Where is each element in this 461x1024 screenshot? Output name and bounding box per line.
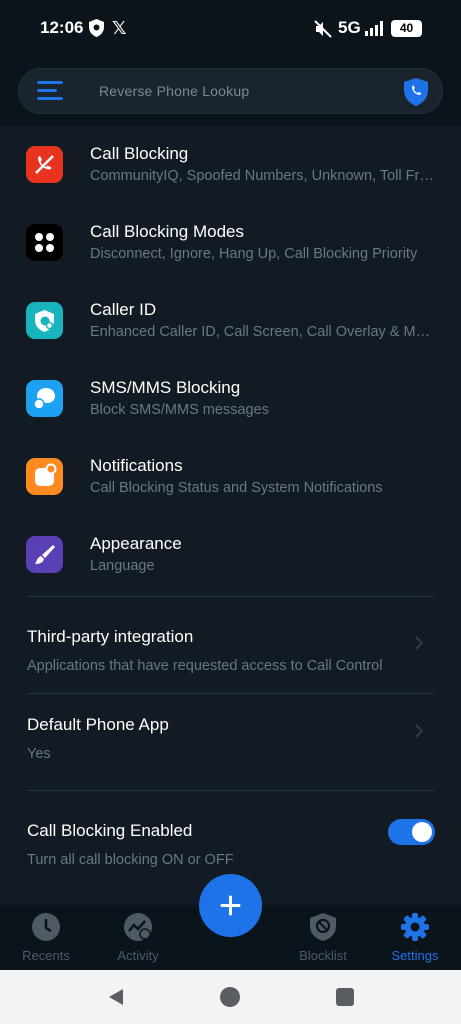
setting-subtitle: Language — [90, 558, 155, 574]
search-bar[interactable]: Reverse Phone Lookup — [18, 68, 443, 114]
back-icon[interactable] — [106, 987, 126, 1007]
network-type: 5G — [338, 18, 361, 37]
setting-third-party[interactable]: Third-party integration Applications tha… — [0, 627, 461, 723]
nav-label: Recents — [22, 948, 70, 963]
chevron-right-icon — [415, 636, 424, 650]
setting-caller-id[interactable]: Caller ID Enhanced Caller ID, Call Scree… — [0, 288, 461, 366]
divider — [27, 596, 434, 597]
search-input[interactable]: Reverse Phone Lookup — [99, 83, 249, 99]
grid-dots-icon — [26, 224, 63, 261]
setting-title: Default Phone App — [27, 715, 169, 734]
shield-icon — [89, 19, 104, 37]
chat-bubble-icon — [26, 380, 63, 417]
notification-dot-icon — [26, 458, 63, 495]
nav-label: Blocklist — [299, 948, 347, 963]
home-icon[interactable] — [220, 987, 240, 1007]
signal-icon — [365, 21, 383, 36]
shield-call-icon[interactable] — [403, 77, 429, 107]
setting-subtitle: Turn all call blocking ON or OFF — [27, 852, 234, 868]
setting-title: Notifications — [90, 456, 183, 475]
activity-chart-icon — [124, 913, 152, 941]
setting-default-phone-app[interactable]: Default Phone App Yes — [0, 715, 461, 811]
divider — [27, 790, 434, 791]
chevron-right-icon — [415, 724, 424, 738]
add-button[interactable] — [199, 874, 262, 937]
setting-call-blocking[interactable]: Call Blocking CommunityIQ, Spoofed Numbe… — [0, 132, 461, 210]
setting-subtitle: Block SMS/MMS messages — [90, 402, 269, 418]
setting-title: Call Blocking Enabled — [27, 821, 193, 840]
toggle-knob — [412, 822, 432, 842]
mute-icon — [314, 20, 332, 38]
nav-label: Settings — [391, 948, 439, 963]
app-header: Reverse Phone Lookup — [0, 56, 461, 126]
paintbrush-icon — [26, 536, 63, 573]
setting-title: Caller ID — [90, 300, 157, 319]
setting-subtitle: Enhanced Caller ID, Call Screen, Call Ov… — [90, 324, 435, 340]
system-nav-bar — [0, 970, 461, 1024]
caller-id-icon — [26, 302, 63, 339]
setting-title: Appearance — [90, 534, 182, 553]
divider — [27, 693, 434, 694]
status-time: 12:06 — [40, 18, 84, 37]
gear-icon — [401, 913, 429, 941]
setting-title: Third-party integration — [27, 627, 194, 646]
recents-icon[interactable] — [336, 988, 354, 1006]
setting-subtitle: Yes — [27, 746, 51, 762]
menu-icon[interactable] — [37, 81, 63, 101]
setting-subtitle: Call Blocking Status and System Notifica… — [90, 480, 383, 496]
setting-title: Call Blocking — [90, 144, 189, 163]
nav-blocklist[interactable]: Blocklist — [277, 905, 369, 970]
setting-subtitle: Applications that have requested access … — [27, 658, 383, 674]
nav-recents[interactable]: Recents — [0, 905, 92, 970]
setting-sms-blocking[interactable]: SMS/MMS Blocking Block SMS/MMS messages — [0, 366, 461, 444]
plus-icon — [220, 895, 241, 916]
nav-label: Activity — [117, 948, 159, 963]
setting-subtitle: CommunityIQ, Spoofed Numbers, Unknown, T… — [90, 168, 435, 184]
setting-title: SMS/MMS Blocking — [90, 378, 241, 397]
nav-settings[interactable]: Settings — [369, 905, 461, 970]
clock-icon — [32, 913, 60, 941]
block-shield-icon — [310, 913, 336, 941]
x-app-icon: 𝕏 — [112, 18, 127, 38]
nav-activity[interactable]: Activity — [92, 905, 184, 970]
status-bar: 12:06 𝕏 5G 40 — [0, 0, 461, 56]
setting-appearance[interactable]: Appearance Language — [0, 522, 461, 600]
battery-icon: 40 — [391, 20, 422, 37]
call-blocking-toggle[interactable] — [388, 819, 435, 845]
setting-call-blocking-modes[interactable]: Call Blocking Modes Disconnect, Ignore, … — [0, 210, 461, 288]
setting-subtitle: Disconnect, Ignore, Hang Up, Call Blocki… — [90, 246, 418, 262]
setting-title: Call Blocking Modes — [90, 222, 245, 241]
blocked-phone-icon — [26, 146, 63, 183]
setting-notifications[interactable]: Notifications Call Blocking Status and S… — [0, 444, 461, 522]
